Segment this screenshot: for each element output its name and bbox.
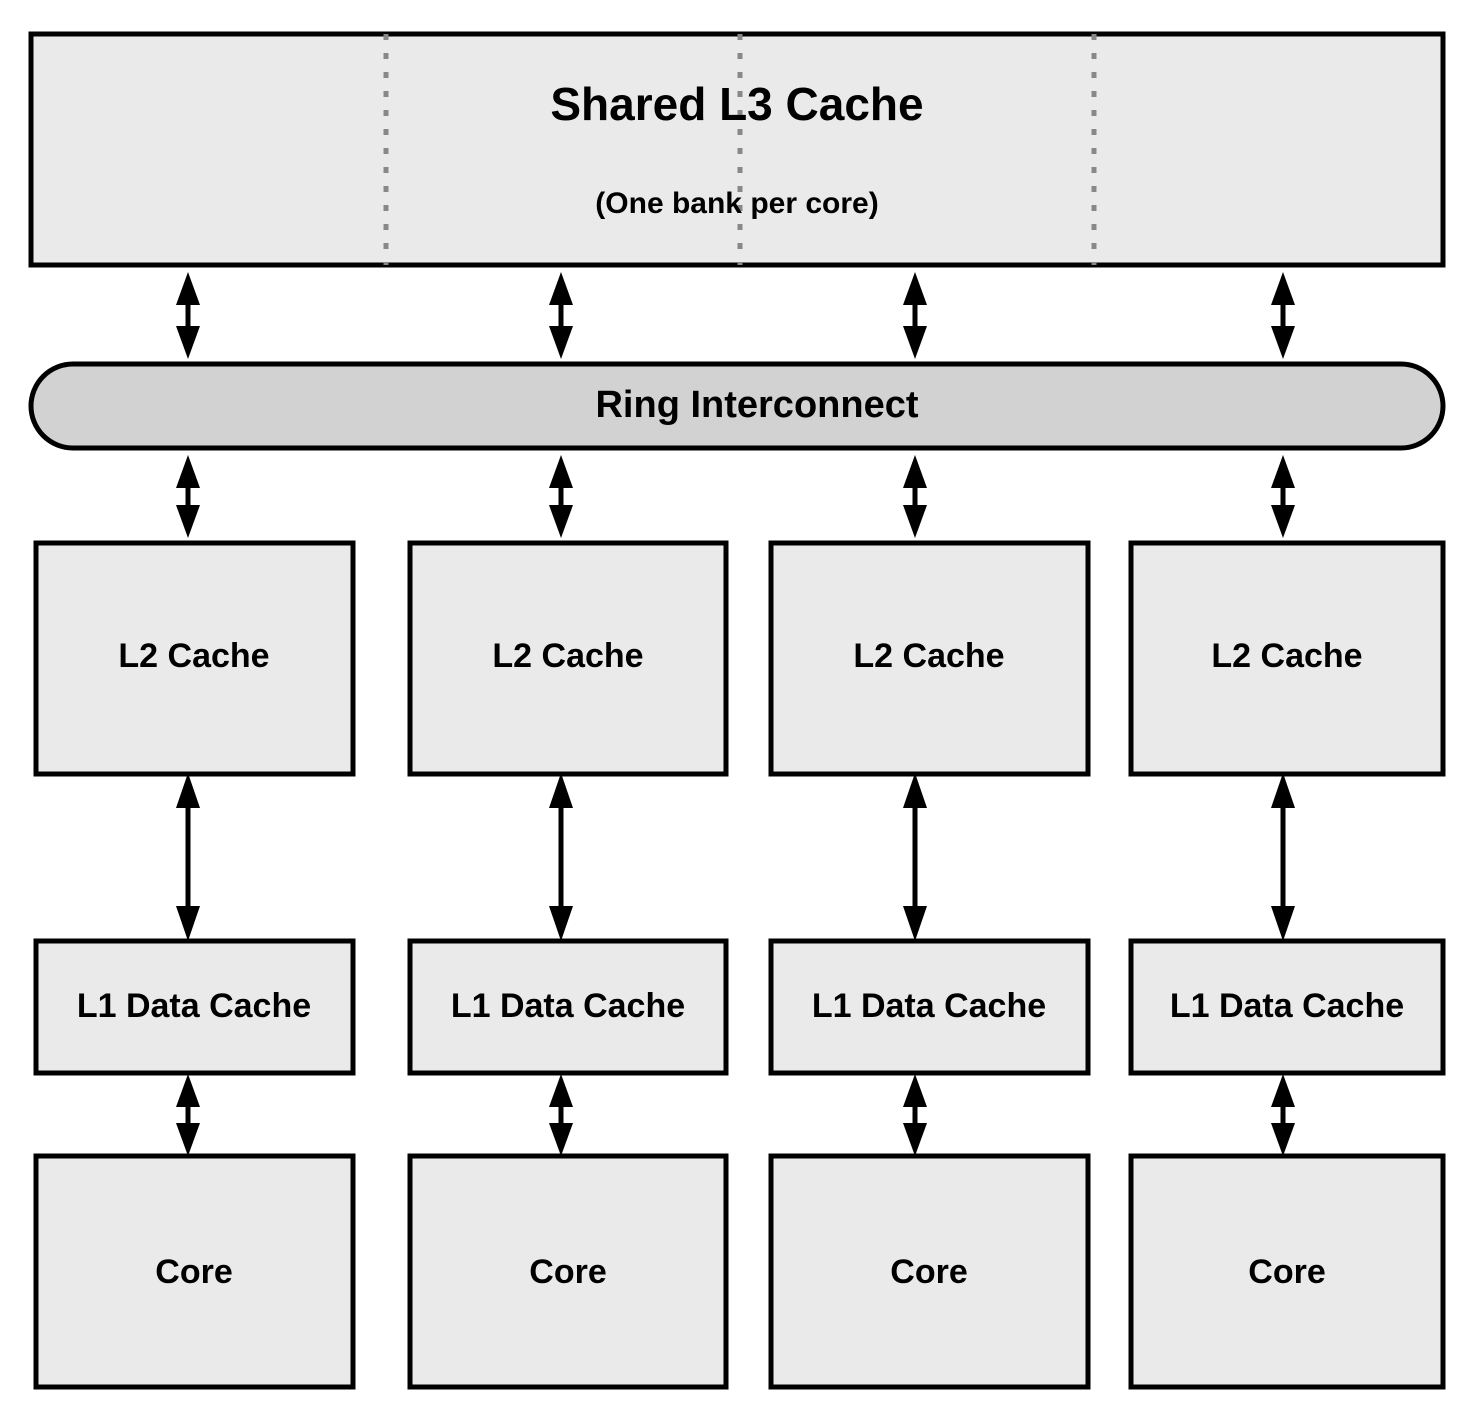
core-label: Core	[1248, 1253, 1325, 1291]
l3-to-ring-arrow-2	[549, 272, 573, 359]
l1-data-cache-label: L1 Data Cache	[451, 987, 685, 1025]
l2-to-l1-connectors	[176, 773, 1295, 941]
l3-to-ring-connectors	[176, 272, 1295, 359]
l1-to-core-arrow-2	[549, 1074, 573, 1156]
core-label: Core	[529, 1253, 606, 1291]
l2-to-l1-arrow-1	[176, 773, 200, 941]
ring-to-l2-arrow-1	[176, 455, 200, 538]
l1-data-cache-block-4: L1 Data Cache	[1128, 938, 1446, 1076]
l2-to-l1-arrow-4	[1271, 773, 1295, 941]
core-block-1: Core	[33, 1153, 356, 1390]
core-label: Core	[890, 1253, 967, 1291]
l1-to-core-arrow-1	[176, 1074, 200, 1156]
l3-cache-subtitle: (One bank per core)	[595, 187, 878, 220]
l1-data-cache-label: L1 Data Cache	[812, 987, 1046, 1025]
l2-cache-label: L2 Cache	[1211, 637, 1362, 675]
l2-cache-label: L2 Cache	[853, 637, 1004, 675]
l2-cache-block-1: L2 Cache	[33, 540, 356, 777]
core-block-4: Core	[1128, 1153, 1446, 1390]
l1-data-cache-row: L1 Data Cache L1 Data Cache L1 Data Cach…	[33, 938, 1446, 1076]
l2-to-l1-arrow-2	[549, 773, 573, 941]
diagram-canvas: Shared L3 Cache (One bank per core) Ring…	[28, 31, 1446, 1390]
l3-to-ring-arrow-4	[1271, 272, 1295, 359]
cache-hierarchy-diagram: Shared L3 Cache (One bank per core) Ring…	[0, 0, 1468, 1416]
ring-to-l2-connectors	[176, 455, 1295, 538]
l1-to-core-connectors	[176, 1074, 1295, 1156]
ring-to-l2-arrow-4	[1271, 455, 1295, 538]
l1-data-cache-label: L1 Data Cache	[77, 987, 311, 1025]
core-block-3: Core	[768, 1153, 1091, 1390]
l3-cache-block: Shared L3 Cache (One bank per core)	[28, 31, 1446, 268]
l3-to-ring-arrow-1	[176, 272, 200, 359]
l1-to-core-arrow-3	[903, 1074, 927, 1156]
l2-cache-label: L2 Cache	[492, 637, 643, 675]
l1-data-cache-block-1: L1 Data Cache	[33, 938, 356, 1076]
l1-data-cache-label: L1 Data Cache	[1170, 987, 1404, 1025]
core-block-2: Core	[407, 1153, 729, 1390]
l2-cache-block-2: L2 Cache	[407, 540, 729, 777]
core-label: Core	[155, 1253, 232, 1291]
l1-data-cache-block-3: L1 Data Cache	[768, 938, 1091, 1076]
l2-cache-row: L2 Cache L2 Cache L2 Cache L2 Cache	[33, 540, 1446, 777]
l3-to-ring-arrow-3	[903, 272, 927, 359]
l2-cache-label: L2 Cache	[118, 637, 269, 675]
l1-data-cache-block-2: L1 Data Cache	[407, 938, 729, 1076]
l2-cache-block-3: L2 Cache	[768, 540, 1091, 777]
core-row: Core Core Core Core	[33, 1153, 1446, 1390]
l2-cache-block-4: L2 Cache	[1128, 540, 1446, 777]
ring-interconnect-block: Ring Interconnect	[28, 361, 1446, 451]
l1-to-core-arrow-4	[1271, 1074, 1295, 1156]
ring-interconnect-label: Ring Interconnect	[595, 384, 918, 426]
ring-to-l2-arrow-3	[903, 455, 927, 538]
l2-to-l1-arrow-3	[903, 773, 927, 941]
l3-cache-title: Shared L3 Cache	[550, 78, 923, 130]
l3-cache-box	[28, 31, 1446, 268]
ring-to-l2-arrow-2	[549, 455, 573, 538]
